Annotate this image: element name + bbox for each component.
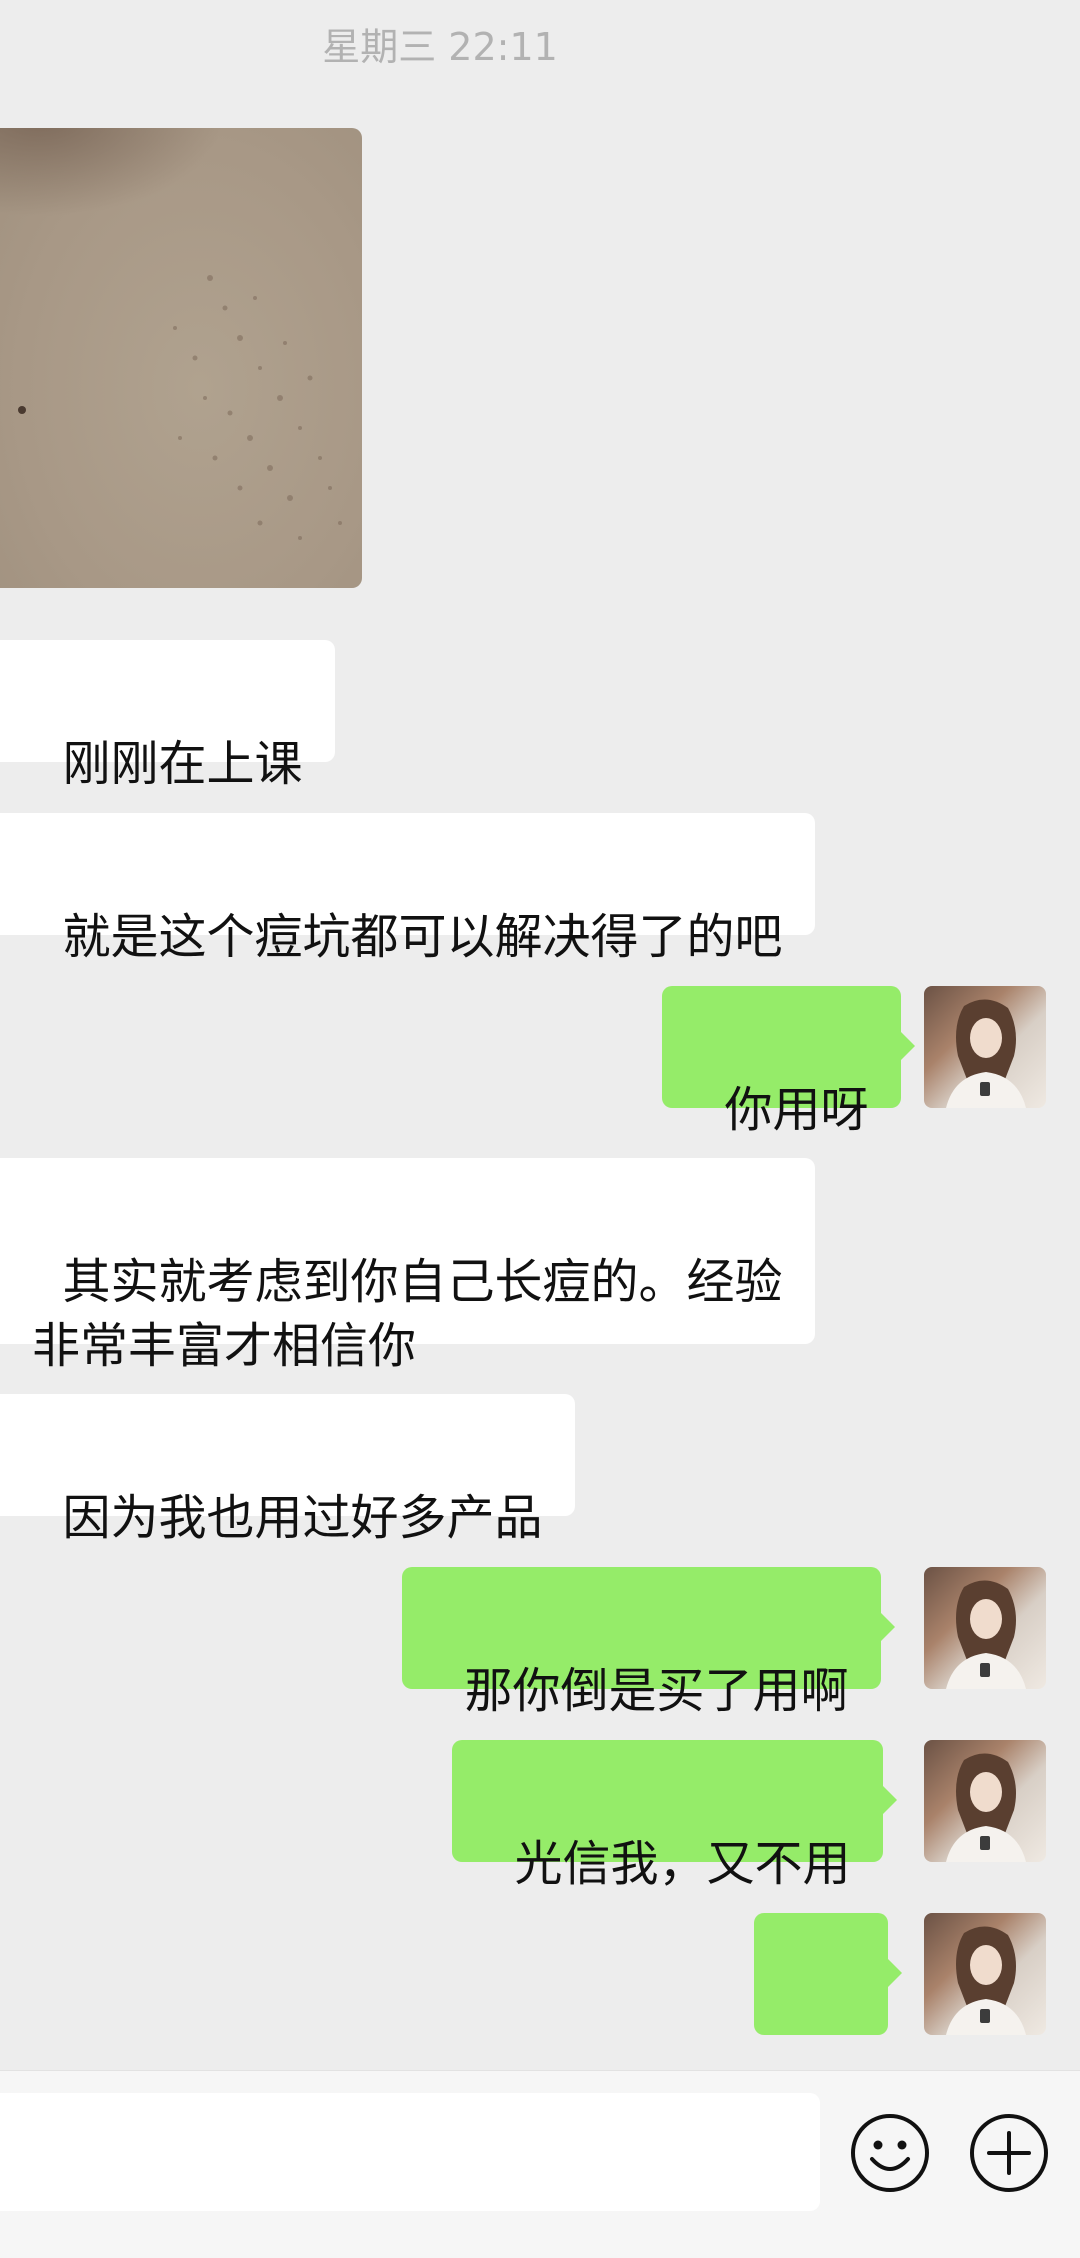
outgoing-message[interactable]: 你用呀: [662, 986, 915, 1138]
avatar-image: [946, 1926, 1026, 2035]
avatar-image: [946, 999, 1026, 1108]
message-text: 就是这个痘坑都可以解决得了的吧: [62, 909, 783, 965]
message-text: 那你倒是买了用啊: [464, 1663, 849, 1719]
incoming-message[interactable]: 刚刚在上课: [0, 640, 335, 792]
plus-icon[interactable]: [969, 2113, 1049, 2193]
chat-timestamp: 星期三 22:11: [322, 25, 558, 69]
outgoing-message[interactable]: 光信我，又不用: [452, 1740, 897, 1892]
avatar[interactable]: [924, 1567, 1046, 1689]
avatar-image: [946, 1753, 1026, 1862]
emoji-icon[interactable]: [850, 2113, 930, 2193]
avatar[interactable]: [924, 1913, 1046, 2035]
message-text: 其实就考虑到你自己长痘的。经验 非常丰富才相信你: [32, 1254, 783, 1374]
incoming-message[interactable]: 就是这个痘坑都可以解决得了的吧: [0, 813, 815, 965]
input-bar: [0, 2070, 1080, 2258]
message-text: 刚刚在上课: [62, 736, 303, 792]
outgoing-message[interactable]: 那你倒是买了用啊: [402, 1567, 895, 1719]
incoming-message[interactable]: 其实就考虑到你自己长痘的。经验 非常丰富才相信你: [0, 1158, 815, 1374]
message-text: 你用呀: [724, 1082, 869, 1138]
message-input[interactable]: [0, 2093, 820, 2211]
photo-content: [18, 275, 342, 540]
image-message[interactable]: [0, 128, 362, 588]
incoming-message[interactable]: 因为我也用过好多产品: [0, 1394, 575, 1546]
message-text: 因为我也用过好多产品: [62, 1490, 543, 1546]
outgoing-message[interactable]: [754, 1913, 902, 2133]
avatar-image: [946, 1580, 1026, 1689]
avatar[interactable]: [924, 986, 1046, 1108]
avatar[interactable]: [924, 1740, 1046, 1862]
message-text: 光信我，又不用: [514, 1836, 851, 1892]
